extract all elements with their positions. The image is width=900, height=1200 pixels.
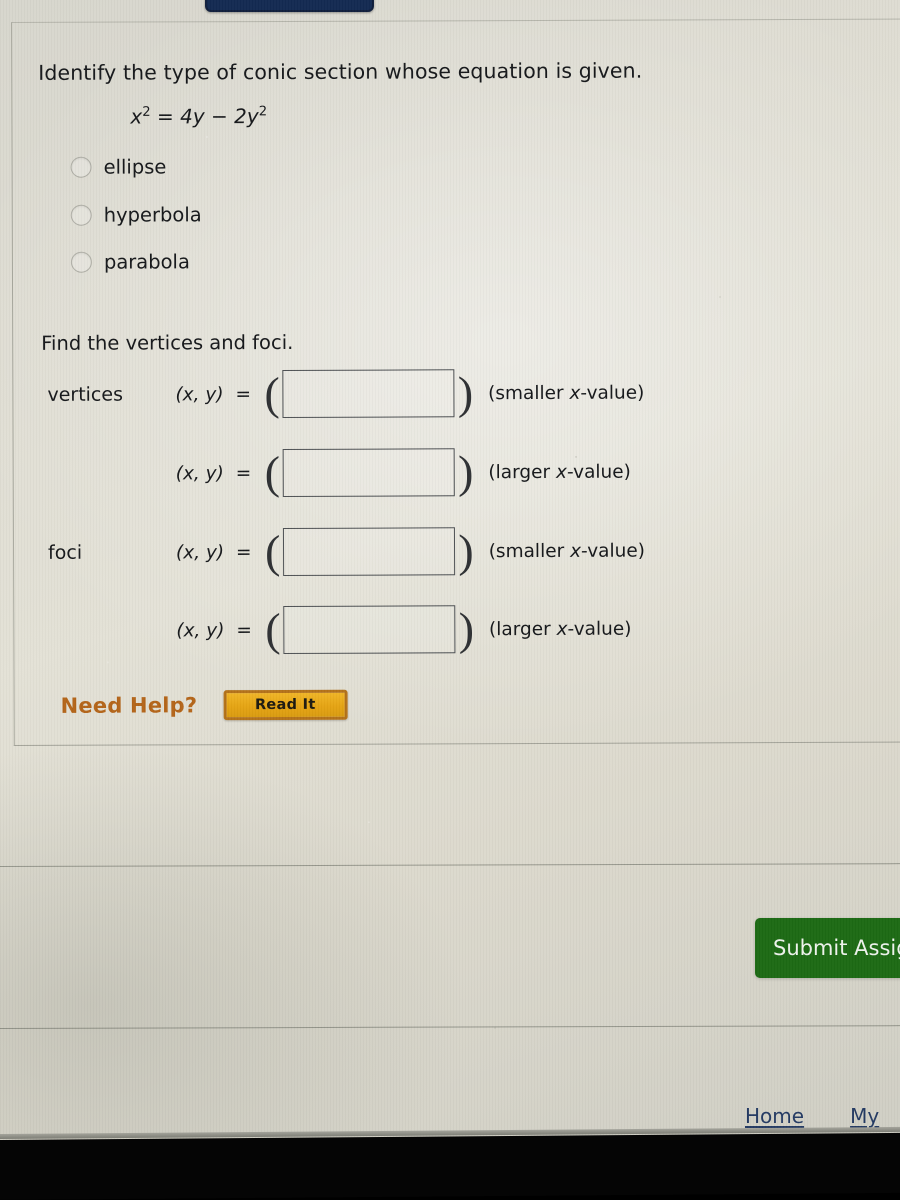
submit-assignment-label: Submit Assig [773,936,900,960]
radio-option-parabola[interactable]: parabola [70,250,190,274]
row-note-variable: x [569,382,581,404]
foci-smaller-x-input[interactable] [283,527,456,576]
row-note: (larger x-value) [476,461,631,483]
screen-bezel [0,1132,900,1200]
radio-option-label: ellipse [103,155,167,179]
equation-lhs-exponent: 2 [142,104,151,120]
row-note-variable: x [570,540,582,562]
radio-option-label: hyperbola [103,203,202,227]
question-card: Identify the type of conic section whose… [11,18,900,746]
radio-option-hyperbola[interactable]: hyperbola [70,203,202,227]
row-note-suffix: -value) [580,540,645,562]
answer-row: (x, y) = ( ) (larger x-value) [48,603,632,655]
row-note-variable: x [555,461,567,483]
equation-term-1: 4y [180,104,205,129]
row-coord-notation: (x, y) [175,462,224,484]
top-navigation-tab[interactable] [205,0,374,12]
find-section-heading: Find the vertices and foci. [41,330,294,355]
conic-equation: x2 = 4y − 2y2 [130,104,268,129]
read-it-button[interactable]: Read It [223,689,348,721]
row-coord-notation: (x, y) [175,383,224,405]
question-prompt: Identify the type of conic section whose… [38,58,643,85]
radio-circle-icon[interactable] [70,156,92,178]
footer-link-home[interactable]: Home [745,1104,804,1128]
row-note-suffix: -value) [567,618,632,640]
equation-equals: = [156,104,174,129]
need-help-label: Need Help? [60,693,198,718]
equation-minus: − [210,104,228,129]
section-divider-upper [0,863,900,867]
row-note: (smaller x-value) [477,540,645,562]
row-equals-sign: = [236,619,252,641]
footer-link-my[interactable]: My [850,1104,879,1128]
row-equals-sign: = [235,541,252,563]
row-note-suffix: -value) [580,382,645,404]
photographed-screen: Identify the type of conic section whose… [0,0,900,1142]
row-note: (smaller x-value) [476,382,644,404]
answer-row: vertices (x, y) = ( ) (smaller x-value) [47,367,644,419]
row-note: (larger x-value) [477,618,632,640]
radio-option-label: parabola [103,250,190,274]
row-coord-notation: (x, y) [175,541,225,563]
row-equals-sign: = [235,383,251,405]
row-note-prefix: (smaller [488,540,571,562]
radio-circle-icon[interactable] [70,204,92,226]
row-note-suffix: -value) [566,461,631,483]
read-it-button-label: Read It [254,696,316,714]
row-note-prefix: (smaller [488,382,570,404]
submit-assignment-button[interactable]: Submit Assig [755,918,900,978]
vertices-larger-x-input[interactable] [282,448,456,497]
equation-term-2-base: 2y [234,104,259,129]
row-note-prefix: (larger [488,618,557,640]
equation-lhs-base: x [130,104,143,129]
answer-row: foci (x, y) = ( ) (smaller x-value) [47,525,645,577]
row-coord-notation: (x, y) [176,619,225,641]
foci-larger-x-input[interactable] [283,605,456,654]
section-divider-lower [0,1025,900,1029]
row-note-variable: x [556,618,568,640]
need-help-section: Need Help? Read It [60,689,348,721]
radio-option-ellipse[interactable]: ellipse [70,155,167,179]
footer-links: Home My [745,1104,879,1128]
row-equals-sign: = [235,462,252,484]
equation-term-2-exponent: 2 [258,104,268,120]
row-label-foci: foci [47,541,83,564]
answer-row: (x, y) = ( ) (larger x-value) [48,446,631,498]
row-label-vertices: vertices [47,383,123,406]
row-note-prefix: (larger [488,461,557,483]
radio-circle-icon[interactable] [70,251,92,273]
vertices-smaller-x-input[interactable] [282,369,455,418]
